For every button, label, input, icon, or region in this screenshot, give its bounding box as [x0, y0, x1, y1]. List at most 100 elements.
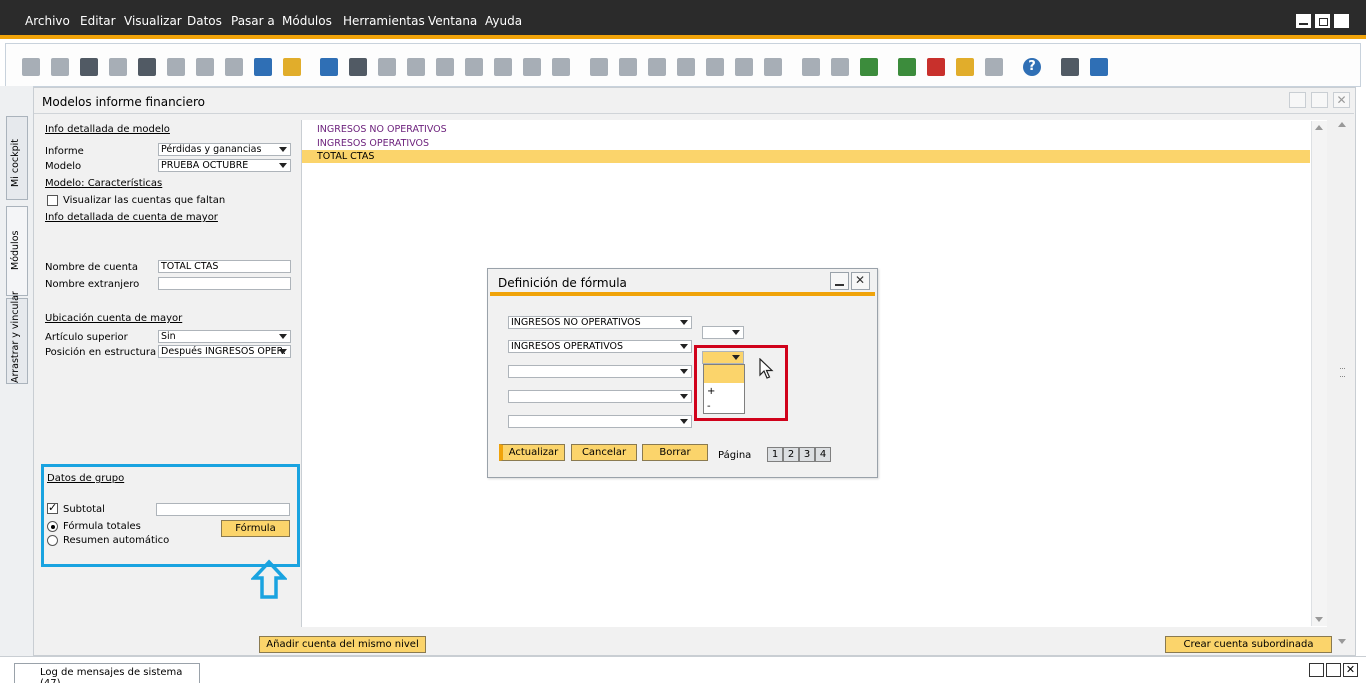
- formula-account-select[interactable]: INGRESOS OPERATIVOS: [508, 340, 692, 353]
- form-settings-icon[interactable]: [831, 58, 849, 76]
- show-missing-checkbox[interactable]: [47, 195, 58, 206]
- clear-button[interactable]: Borrar: [642, 444, 708, 461]
- sms-icon[interactable]: [109, 58, 127, 76]
- alert-icon[interactable]: [927, 58, 945, 76]
- page-2-button[interactable]: 2: [783, 447, 799, 462]
- add-icon[interactable]: [349, 58, 367, 76]
- formula-account-select[interactable]: [508, 365, 692, 378]
- menu-ventana[interactable]: Ventana: [428, 14, 477, 28]
- formula-account-select[interactable]: [508, 390, 692, 403]
- export-excel-icon[interactable]: [167, 58, 185, 76]
- lock-icon[interactable]: [283, 58, 301, 76]
- window-restore-button[interactable]: [1311, 92, 1328, 108]
- org-chart-icon[interactable]: [985, 58, 1003, 76]
- query-icon[interactable]: [860, 58, 878, 76]
- system-log-tab[interactable]: Log de mensajes de sistema (47): [14, 663, 200, 683]
- account-name-field[interactable]: TOTAL CTAS: [158, 260, 291, 273]
- base-document-icon[interactable]: [590, 58, 608, 76]
- menu-modulos[interactable]: Módulos: [282, 14, 332, 28]
- payment-icon[interactable]: [677, 58, 695, 76]
- update-button[interactable]: Actualizar: [499, 444, 565, 461]
- last-record-icon[interactable]: [465, 58, 483, 76]
- filter-icon[interactable]: [523, 58, 541, 76]
- help-icon[interactable]: ?: [1023, 58, 1041, 76]
- export-pdf-icon[interactable]: [225, 58, 243, 76]
- list-item[interactable]: INGRESOS OPERATIVOS: [302, 137, 1310, 150]
- panel-splitter[interactable]: [1336, 120, 1349, 650]
- parent-select[interactable]: Sin: [158, 330, 291, 343]
- dialog-close-button[interactable]: [851, 272, 870, 290]
- splitter-down-icon[interactable]: [1338, 639, 1346, 644]
- preview-icon[interactable]: [22, 58, 40, 76]
- dialog-minimize-button[interactable]: [830, 272, 849, 290]
- target-document-icon[interactable]: [619, 58, 637, 76]
- foreign-name-label: Nombre extranjero: [45, 279, 140, 290]
- find-icon[interactable]: [320, 58, 338, 76]
- position-label: Posición en estructura: [45, 347, 157, 358]
- vertical-scrollbar[interactable]: [1311, 121, 1327, 626]
- model-details-link[interactable]: Info detallada de modelo: [45, 124, 170, 135]
- model-features-link[interactable]: Modelo: Características: [45, 178, 162, 189]
- list-item-selected[interactable]: TOTAL CTAS: [302, 150, 1310, 163]
- ledger-details-link[interactable]: Info detallada de cuenta de mayor: [45, 212, 218, 223]
- location-link[interactable]: Ubicación cuenta de mayor: [45, 313, 182, 324]
- splitter-grip-icon[interactable]: [1340, 368, 1345, 377]
- calendar-icon[interactable]: [898, 58, 916, 76]
- page-4-button[interactable]: 4: [815, 447, 831, 462]
- message-icon[interactable]: [956, 58, 974, 76]
- minimize-button[interactable]: [1296, 14, 1311, 28]
- model-label: Modelo: [45, 161, 82, 172]
- position-select[interactable]: Después INGRESOS OPER.: [158, 345, 291, 358]
- first-record-icon[interactable]: [378, 58, 396, 76]
- report-select[interactable]: Pérdidas y ganancias: [158, 143, 291, 156]
- move-icon[interactable]: [254, 58, 272, 76]
- email-icon[interactable]: [80, 58, 98, 76]
- model-select[interactable]: PRUEBA OCTUBRE: [158, 159, 291, 172]
- gross-profit-icon[interactable]: [706, 58, 724, 76]
- list-item[interactable]: INGRESOS NO OPERATIVOS: [302, 123, 1310, 136]
- cancel-button[interactable]: Cancelar: [571, 444, 637, 461]
- menu-visualizar[interactable]: Visualizar: [124, 14, 182, 28]
- menu-herramientas[interactable]: Herramientas: [343, 14, 425, 28]
- menu-datos[interactable]: Datos: [187, 14, 222, 28]
- tab-arrastrar-vincular[interactable]: Arrastrar y vincular: [6, 291, 28, 384]
- log-maximize-button[interactable]: [1309, 663, 1324, 677]
- formula-account-select[interactable]: INGRESOS NO OPERATIVOS: [508, 316, 692, 329]
- next-record-icon[interactable]: [436, 58, 454, 76]
- window-minimize-button[interactable]: [1289, 92, 1306, 108]
- previous-record-icon[interactable]: [407, 58, 425, 76]
- parent-label: Artículo superior: [45, 332, 128, 343]
- window-close-button[interactable]: ✕: [1333, 92, 1350, 108]
- menu-ayuda[interactable]: Ayuda: [485, 14, 522, 28]
- export-word-icon[interactable]: [196, 58, 214, 76]
- page-3-button[interactable]: 3: [799, 447, 815, 462]
- formula-account-select[interactable]: [508, 415, 692, 428]
- operator-select[interactable]: [702, 326, 744, 339]
- foreign-name-field[interactable]: [158, 277, 291, 290]
- menu-editar[interactable]: Editar: [80, 14, 116, 28]
- menu-pasar-a[interactable]: Pasar a: [231, 14, 275, 28]
- splitter-up-icon[interactable]: [1338, 122, 1346, 127]
- sort-icon[interactable]: [552, 58, 570, 76]
- edit-icon[interactable]: [802, 58, 820, 76]
- log-close-button[interactable]: ✕: [1343, 663, 1358, 677]
- add-same-level-button[interactable]: Añadir cuenta del mismo nivel: [259, 636, 426, 653]
- scroll-up-icon[interactable]: [1315, 125, 1323, 130]
- create-sub-account-button[interactable]: Crear cuenta subordinada: [1165, 636, 1332, 653]
- tab-mi-cockpit[interactable]: Mi cockpit: [6, 116, 28, 200]
- journal-icon[interactable]: [648, 58, 666, 76]
- page-1-button[interactable]: 1: [767, 447, 783, 462]
- menu-archivo[interactable]: Archivo: [25, 14, 70, 28]
- scroll-down-icon[interactable]: [1315, 617, 1323, 622]
- settings-icon[interactable]: [764, 58, 782, 76]
- restore-button[interactable]: [1315, 14, 1330, 28]
- refresh-icon[interactable]: [494, 58, 512, 76]
- transaction-journal-icon[interactable]: [735, 58, 753, 76]
- tab-modulos[interactable]: Módulos: [6, 206, 28, 296]
- fax-icon[interactable]: [138, 58, 156, 76]
- print-icon[interactable]: [51, 58, 69, 76]
- widget-icon[interactable]: [1061, 58, 1079, 76]
- log-restore-button[interactable]: [1326, 663, 1341, 677]
- close-button[interactable]: [1334, 14, 1349, 28]
- cockpit-icon[interactable]: [1090, 58, 1108, 76]
